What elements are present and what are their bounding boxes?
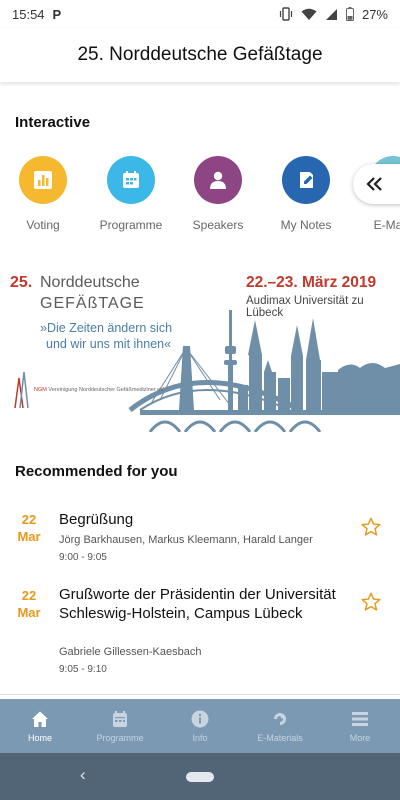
back-chevron-icon[interactable]: ‹ [80, 765, 86, 785]
session-speakers: Jörg Barkhausen, Markus Kleemann, Harald… [59, 534, 313, 546]
session-date: 22 Mar [14, 511, 44, 545]
speakers-tile-circle[interactable] [194, 156, 242, 204]
nav-label-info: Info [192, 733, 208, 743]
tile-label-e-materials: E-Mate [373, 218, 400, 232]
association-name: Vereinigung Norddeutscher Gefäßmediziner… [48, 387, 165, 393]
menu-icon [352, 712, 368, 726]
interactive-carousel[interactable]: Voting Programme Speakers My Notes E-Ma [0, 156, 400, 236]
banner-title-line1: Norddeutsche [40, 274, 140, 291]
collapse-interactive-button[interactable] [353, 164, 400, 204]
banner-venue: Audimax Universität zu Lübeck [246, 295, 364, 319]
note-icon [300, 172, 313, 188]
battery-percent: 27% [361, 6, 388, 22]
calendar-icon [113, 711, 127, 727]
bar-chart-icon [34, 171, 52, 189]
tile-label-programme: Programme [99, 218, 163, 232]
list-item[interactable]: 22 Mar Begrüßung Jörg Barkhausen, Markus… [0, 504, 400, 580]
signal-icon [325, 8, 337, 20]
session-time: 9:00 - 9:05 [59, 552, 107, 563]
session-title: Grußworte der Präsidentin der Universitä… [59, 586, 336, 622]
favorite-star-icon[interactable] [360, 516, 382, 538]
status-time: 15:54 [12, 6, 45, 22]
double-chevron-left-icon [366, 177, 382, 191]
session-time: 9:05 - 9:10 [59, 664, 107, 675]
tile-programme[interactable]: Programme [91, 156, 171, 232]
tile-my-notes[interactable]: My Notes [266, 156, 346, 232]
nav-label-programme: Programme [96, 733, 144, 743]
tile-speakers[interactable]: Speakers [178, 156, 258, 232]
banner-date: 22.–23. März 2019 [246, 274, 377, 291]
session-month: Mar [17, 605, 41, 620]
nav-label-home: Home [27, 733, 52, 743]
calendar-icon [123, 171, 139, 188]
info-icon [191, 710, 209, 728]
app-header: 25. Norddeutsche Gefäßtage [0, 28, 400, 82]
session-day: 22 [21, 512, 37, 527]
event-banner[interactable]: 25. Norddeutsche GEFÄßTAGE »Die Zeiten ä… [0, 260, 400, 432]
main-content[interactable]: Interactive Voting Programme Speakers My… [0, 82, 400, 699]
session-date: 22 Mar [14, 587, 44, 621]
banner-motto-line2: und wir uns mit ihnen« [46, 337, 172, 351]
e-materials-icon [274, 713, 286, 725]
session-day: 22 [21, 588, 37, 603]
home-pill-button[interactable] [186, 772, 214, 782]
parking-app-icon: P [52, 6, 62, 22]
home-icon [32, 711, 48, 727]
status-bar: 15:54 P 27% [0, 0, 400, 28]
battery-icon [345, 7, 354, 21]
nav-item-e-materials[interactable]: E-Materials [240, 699, 320, 753]
tile-voting[interactable]: Voting [3, 156, 83, 232]
programme-tile-circle[interactable] [107, 156, 155, 204]
bottom-navigation: Home Programme Info E-Materials More [0, 699, 400, 753]
banner-motto-line1: »Die Zeiten ändern sich [40, 321, 173, 335]
association-logo: NGM Vereinigung Norddeutscher Gefäßmediz… [34, 387, 165, 394]
voting-tile-circle[interactable] [19, 156, 67, 204]
tile-label-my-notes: My Notes [280, 218, 332, 232]
session-month: Mar [17, 529, 41, 544]
interactive-section-title: Interactive [15, 114, 91, 131]
tile-label-speakers: Speakers [192, 218, 244, 232]
nav-label-e-materials: E-Materials [257, 733, 303, 743]
association-abbr: NGM [34, 387, 47, 393]
tile-label-voting: Voting [26, 218, 60, 232]
session-title: Begrüßung [59, 511, 134, 528]
session-speakers: Gabriele Gillessen-Kaesbach [59, 646, 202, 658]
vibrate-icon [279, 7, 293, 21]
banner-edition-number: 25. [10, 274, 33, 291]
status-indicators: 27% [279, 7, 388, 22]
banner-title-line2: GEFÄßTAGE [40, 295, 145, 312]
recommended-section-title: Recommended for you [15, 463, 178, 480]
wifi-icon [301, 8, 317, 20]
nav-item-info[interactable]: Info [160, 699, 240, 753]
list-item[interactable]: 22 Mar Grußworte der Präsidentin der Uni… [0, 580, 400, 690]
list-divider [0, 694, 400, 695]
favorite-star-icon[interactable] [360, 591, 382, 613]
system-navigation-bar: ‹ [0, 753, 400, 800]
person-icon [210, 171, 226, 189]
nav-item-programme[interactable]: Programme [80, 699, 160, 753]
nav-item-home[interactable]: Home [0, 699, 80, 753]
nav-label-more: More [349, 733, 371, 743]
page-title: 25. Norddeutsche Gefäßtage [77, 44, 323, 65]
nav-item-more[interactable]: More [320, 699, 400, 753]
my-notes-tile-circle[interactable] [282, 156, 330, 204]
